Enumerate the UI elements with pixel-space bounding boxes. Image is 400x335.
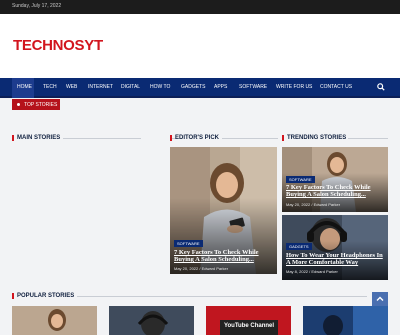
article-meta: May 8, 2022 / Edward Parker [286,269,338,274]
nav-item-contact-us[interactable]: CONTACT US [320,84,352,90]
nav-item-software[interactable]: SOFTWARE [239,84,267,90]
live-dot-icon [17,103,20,106]
popular-thumb[interactable] [109,306,194,335]
section-marker [282,135,284,141]
section-marker [12,293,14,299]
scroll-to-top-button[interactable] [372,292,388,306]
article-title[interactable]: How To Wear Your Headphones In A More Co… [286,252,384,266]
nav-item-apps[interactable]: APPS [214,84,227,90]
section-divider [63,138,141,139]
trending-stories-title: TRENDING STORIES [287,135,347,141]
top-stories-label[interactable]: TOP STORIES [12,99,60,110]
top-stories-text: TOP STORIES [24,102,58,108]
popular-thumb[interactable] [12,306,97,335]
section-divider [348,138,388,139]
chevron-up-icon [376,296,384,301]
popular-thumb[interactable]: YouTube Channel [206,306,291,335]
nav-item-write-for-us[interactable]: WRITE FOR US [276,84,312,90]
nav-item-home[interactable]: HOME [17,84,32,90]
article-title[interactable]: 7 Key Factors To Check While Buying A Sa… [286,184,384,198]
article-author[interactable]: Edward Parker [311,269,337,274]
popular-thumb[interactable] [303,306,388,335]
search-icon[interactable] [377,83,385,91]
editors-pick-title: EDITOR'S PICK [175,135,219,141]
trending-card[interactable]: SOFTWARE 7 Key Factors To Check While Bu… [282,147,388,212]
article-date: May 20, 2022 [286,202,311,207]
popular-stories-title: POPULAR STORIES [17,293,75,299]
article-title[interactable]: 7 Key Factors To Check While Buying A Sa… [174,249,274,263]
article-author[interactable]: Edward Parker [314,202,340,207]
site-logo[interactable]: TECHNOSYT [13,37,103,54]
article-meta: May 20, 2022 / Edward Parker [286,202,341,207]
popular-image [12,306,97,335]
nav-item-internet[interactable]: INTERNET [88,84,113,90]
category-badge[interactable]: GADGETS [286,243,312,250]
main-nav: HOME TECH WEB INTERNET DIGITAL HOW TO GA… [0,78,400,98]
article-date: May 20, 2022 [174,266,199,271]
section-divider [222,138,278,139]
popular-image [109,306,194,335]
top-bar: Sunday, July 17, 2022 [0,0,400,14]
section-marker [12,135,14,141]
nav-item-how-to[interactable]: HOW TO [150,84,170,90]
brand-bar: TECHNOSYT [0,14,400,78]
nav-item-digital[interactable]: DIGITAL [121,84,140,90]
category-badge[interactable]: SOFTWARE [174,240,203,247]
current-date: Sunday, July 17, 2022 [12,3,62,9]
section-divider [77,296,367,297]
article-date: May 8, 2022 [286,269,309,274]
editors-pick-card[interactable]: SOFTWARE 7 Key Factors To Check While Bu… [170,147,277,274]
youtube-channel-text: YouTube Channel [223,323,275,329]
article-author[interactable]: Edward Parker [202,266,228,271]
main-stories-title: MAIN STORIES [17,135,61,141]
nav-item-web[interactable]: WEB [66,84,77,90]
section-marker [170,135,172,141]
article-meta: May 20, 2022 / Edward Parker [174,266,229,271]
trending-card[interactable]: GADGETS How To Wear Your Headphones In A… [282,215,388,280]
nav-item-tech[interactable]: TECH [43,84,57,90]
popular-image [303,306,388,335]
category-badge[interactable]: SOFTWARE [286,176,315,183]
nav-item-gadgets[interactable]: GADGETS [181,84,205,90]
